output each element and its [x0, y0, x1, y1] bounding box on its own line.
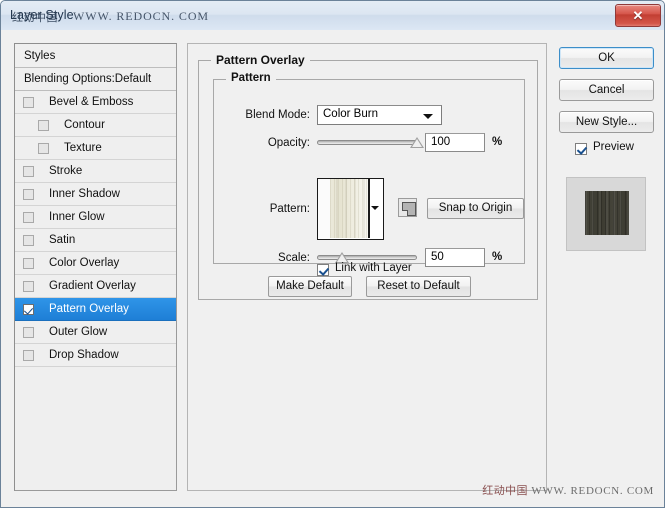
pattern-swatch-edge — [318, 179, 330, 238]
close-button[interactable]: ✕ — [615, 4, 661, 27]
dialog-actions: OK Cancel New Style... Preview — [557, 43, 655, 491]
new-preset-icon — [402, 202, 416, 216]
opacity-label: Opacity: — [267, 137, 310, 149]
watermark-en: WWW. REDOCN. COM — [531, 485, 654, 497]
preview-thumbnail — [566, 177, 646, 251]
checkbox-icon[interactable] — [23, 166, 34, 177]
pattern-overlay-group: Pattern Overlay Pattern Blend Mode: Colo… — [198, 53, 538, 300]
checkbox-icon[interactable] — [38, 143, 49, 154]
scale-slider-track — [317, 255, 417, 260]
reset-to-default-button[interactable]: Reset to Default — [366, 276, 471, 297]
chevron-down-icon — [423, 114, 433, 119]
checkbox-icon[interactable] — [23, 97, 34, 108]
sidebar-item-pattern-overlay[interactable]: Pattern Overlay — [15, 298, 176, 321]
sidebar-item-inner-shadow[interactable]: Inner Shadow — [15, 183, 176, 206]
sidebar-item-label: Color Overlay — [49, 257, 120, 269]
sidebar-item-label: Outer Glow — [49, 326, 108, 338]
main-panel: Pattern Overlay Pattern Blend Mode: Colo… — [187, 43, 547, 491]
checkbox-icon — [317, 264, 329, 276]
layer-style-dialog: Layer Style 红动中国 WWW. REDOCN. COM ✕ Styl… — [0, 0, 665, 508]
sidebar-item-label: Stroke — [49, 165, 83, 177]
sidebar-header-styles[interactable]: Styles — [15, 44, 176, 68]
sidebar-item-color-overlay[interactable]: Color Overlay — [15, 252, 176, 275]
pattern-group: Pattern Blend Mode: Color Burn Opacity: … — [213, 72, 525, 267]
sidebar-item-label: Pattern Overlay — [49, 303, 129, 315]
styles-list[interactable]: Styles Blending Options:Default Bevel & … — [14, 43, 177, 491]
sidebar-item-satin[interactable]: Satin — [15, 229, 176, 252]
checkbox-icon[interactable] — [23, 235, 34, 246]
checkbox-icon[interactable] — [23, 281, 34, 292]
opacity-input[interactable]: 100 — [425, 133, 485, 152]
pattern-label: Pattern: — [269, 203, 310, 215]
sidebar-item-gradient-overlay[interactable]: Gradient Overlay — [15, 275, 176, 298]
new-preset-button[interactable] — [398, 198, 417, 217]
opacity-unit: % — [492, 136, 503, 148]
checkbox-icon[interactable] — [38, 120, 49, 131]
sidebar-item-texture[interactable]: Texture — [15, 137, 176, 160]
cancel-button[interactable]: Cancel — [559, 79, 654, 101]
sidebar-item-inner-glow[interactable]: Inner Glow — [15, 206, 176, 229]
scale-input[interactable]: 50 — [425, 248, 485, 267]
ok-button[interactable]: OK — [559, 47, 654, 69]
watermark: 红动中国 WWW. REDOCN. COM — [482, 482, 654, 498]
title-bar: Layer Style 红动中国 WWW. REDOCN. COM ✕ — [1, 1, 664, 31]
new-style-button[interactable]: New Style... — [559, 111, 654, 133]
checkbox-icon[interactable] — [23, 258, 34, 269]
opacity-slider-thumb[interactable] — [410, 137, 424, 148]
watermark-cn: 红动中国 — [482, 485, 528, 497]
checkbox-icon[interactable] — [23, 212, 34, 223]
snap-to-origin-button[interactable]: Snap to Origin — [427, 198, 524, 219]
pattern-group-title: Pattern — [226, 72, 276, 84]
opacity-slider[interactable] — [317, 135, 424, 151]
sidebar-item-bevel-emboss[interactable]: Bevel & Emboss — [15, 91, 176, 114]
sidebar-item-contour[interactable]: Contour — [15, 114, 176, 137]
sidebar-header-label: Styles — [24, 50, 56, 62]
preview-label: Preview — [593, 141, 634, 153]
sidebar-item-stroke[interactable]: Stroke — [15, 160, 176, 183]
preview-thumbnail-swatch — [585, 191, 629, 235]
checkbox-icon[interactable] — [23, 327, 34, 338]
scale-unit: % — [492, 251, 503, 263]
link-with-layer-label: Link with Layer — [335, 262, 412, 274]
sidebar-item-outer-glow[interactable]: Outer Glow — [15, 321, 176, 344]
sidebar-item-label: Satin — [49, 234, 76, 246]
sidebar-item-drop-shadow[interactable]: Drop Shadow — [15, 344, 176, 367]
sidebar-item-blending-options[interactable]: Blending Options:Default — [15, 68, 176, 91]
dialog-body: Styles Blending Options:Default Bevel & … — [1, 30, 664, 507]
close-icon: ✕ — [632, 8, 644, 23]
sidebar-item-label: Inner Shadow — [49, 188, 120, 200]
checkbox-icon[interactable] — [23, 304, 34, 315]
pattern-swatch-picker[interactable] — [317, 178, 384, 240]
pattern-swatch-divider — [368, 179, 370, 238]
checkbox-icon — [575, 143, 587, 155]
title-watermark-cn: 红动中国 — [12, 12, 58, 24]
checkbox-icon[interactable] — [23, 189, 34, 200]
sidebar-item-label: Inner Glow — [49, 211, 105, 223]
make-default-button[interactable]: Make Default — [268, 276, 352, 297]
scale-label: Scale: — [278, 252, 310, 264]
opacity-slider-track — [317, 140, 417, 145]
sidebar-effect-items: Bevel & Emboss Contour Texture Stroke Inner … — [15, 91, 176, 367]
blend-mode-select[interactable]: Color Burn — [317, 105, 442, 125]
chevron-down-icon[interactable] — [371, 206, 379, 210]
checkbox-icon[interactable] — [23, 350, 34, 361]
sidebar-item-label: Bevel & Emboss — [49, 96, 134, 108]
title-watermark-en: WWW. REDOCN. COM — [73, 9, 209, 23]
pattern-overlay-group-title: Pattern Overlay — [211, 53, 310, 67]
sidebar-blending-options-label: Blending Options:Default — [24, 73, 152, 85]
sidebar-item-label: Drop Shadow — [49, 349, 119, 361]
blend-mode-label: Blend Mode: — [245, 109, 310, 121]
blend-mode-value: Color Burn — [323, 108, 378, 120]
sidebar-item-label: Gradient Overlay — [49, 280, 136, 292]
